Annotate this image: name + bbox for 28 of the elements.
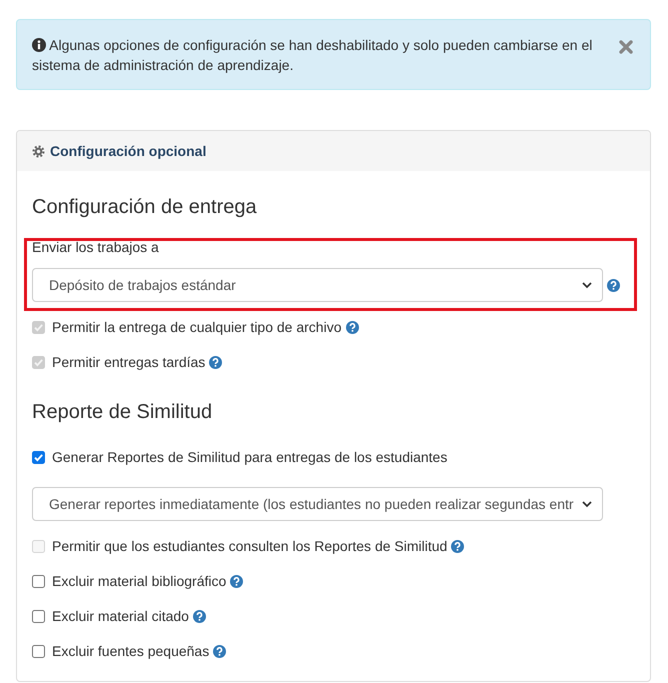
help-icon[interactable] xyxy=(607,278,620,292)
dropdown[interactable]: Depósito de trabajos estándar xyxy=(32,268,603,302)
help-icon[interactable] xyxy=(213,644,226,658)
checkbox-label: Excluir fuentes pequeñas xyxy=(52,642,210,661)
checkbox-label: Permitir que los estudiantes consulten los Reportes de Similitud xyxy=(52,537,448,556)
checkbox-label: Generar Reportes de Similitud para entregas de los estudiantes xyxy=(52,448,448,467)
dropdown[interactable]: Generar reportes inmediatamente (los estudiantes no pueden realizar segundas entr xyxy=(32,487,603,521)
checkbox-label: Excluir material bibliográfico xyxy=(52,572,226,591)
info-icon xyxy=(32,38,46,52)
checkbox-label: Permitir la entrega de cualquier tipo de archivo xyxy=(52,318,342,337)
checkbox[interactable] xyxy=(32,610,45,622)
close-icon xyxy=(619,40,633,54)
help-icon[interactable] xyxy=(192,610,206,622)
panel-title: Configuración opcional xyxy=(50,142,206,161)
checkbox[interactable] xyxy=(32,450,45,464)
help-icon[interactable] xyxy=(230,574,244,588)
section-heading: Reporte de Similitud xyxy=(32,401,214,423)
chevron-down-icon xyxy=(582,282,592,288)
close-button[interactable] xyxy=(619,40,635,54)
checkbox[interactable] xyxy=(32,644,45,658)
section-heading: Configuración de entrega xyxy=(32,196,258,218)
checkbox[interactable] xyxy=(32,574,45,588)
alert-message: Algunas opciones de configuración se han deshabilitado y solo pueden cambiarse en el sistema de administración de aprendizaje. xyxy=(32,36,594,75)
gear-icon xyxy=(32,144,45,158)
checkbox-label: Excluir material citado xyxy=(52,607,189,626)
chevron-down-icon xyxy=(582,500,592,508)
field-label: Enviar los trabajos a xyxy=(32,239,160,255)
checkbox-label: Permitir entregas tardías xyxy=(52,353,206,372)
